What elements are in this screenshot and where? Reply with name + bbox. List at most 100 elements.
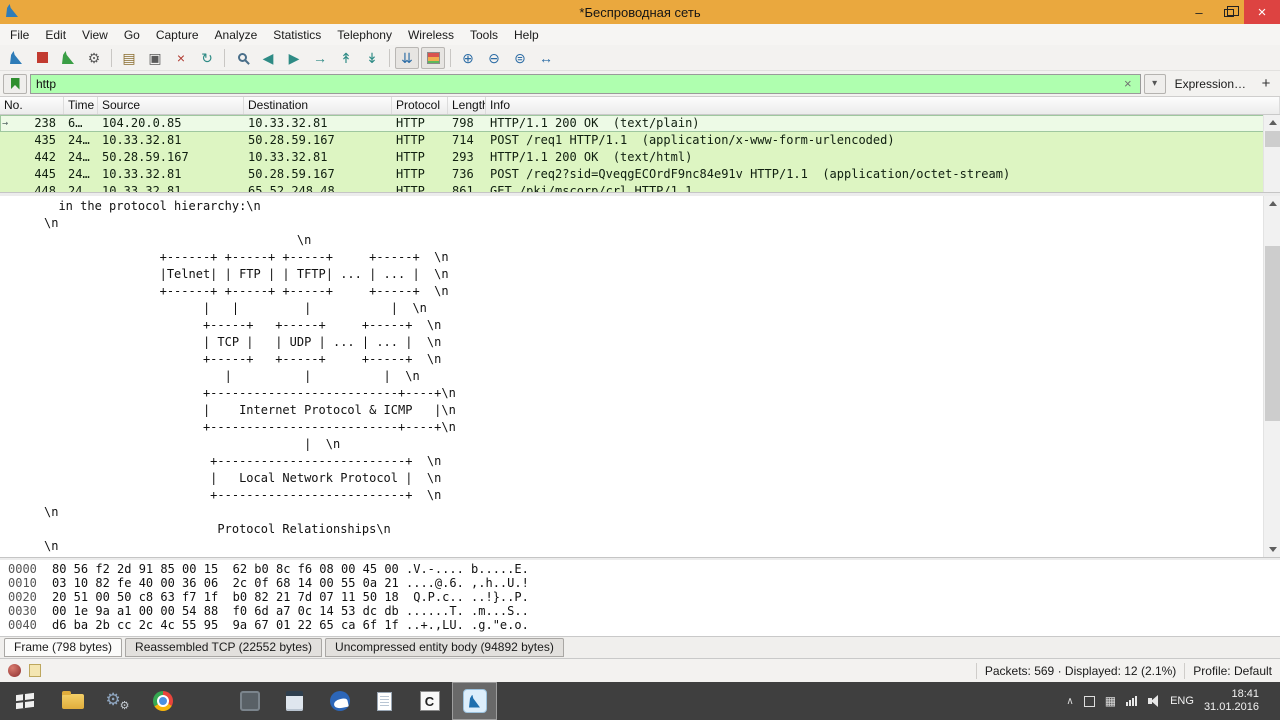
find-packet-button[interactable] [230, 47, 254, 69]
resize-columns-button[interactable]: ↔ [534, 47, 558, 69]
start-button[interactable] [0, 682, 50, 720]
filter-dropdown-button[interactable]: ▾ [1143, 73, 1166, 94]
language-indicator[interactable]: ENG [1170, 695, 1194, 707]
zoom-100-button[interactable]: ⊜ [508, 47, 532, 69]
tray-app-icon[interactable] [1083, 695, 1095, 707]
cell-no: → 238 [2, 116, 56, 130]
clock[interactable]: 18:41 31.01.2016 [1204, 688, 1259, 714]
add-filter-button[interactable]: + [1255, 74, 1277, 94]
clear-filter-icon[interactable]: × [1121, 76, 1135, 91]
cell-no: 445 [34, 167, 56, 181]
display-filter-input[interactable]: http × [30, 73, 1141, 94]
zoom-out-button[interactable]: ⊖ [482, 47, 506, 69]
restart-capture-button[interactable] [56, 47, 80, 69]
comment-icon[interactable] [29, 664, 41, 677]
packet-row[interactable]: 445 24… 10.33.32.81 50.28.59.167 HTTP 73… [0, 166, 1280, 183]
hex-row: 0030 00 1e 9a a1 00 00 54 88 f0 6d a7 0c … [8, 604, 1280, 618]
column-no[interactable]: No. [0, 97, 64, 114]
go-first-packet-button[interactable]: ↟ [334, 47, 358, 69]
statusbar: Packets: 569 · Displayed: 12 (2.1%) Prof… [0, 658, 1280, 682]
menu-view[interactable]: View [74, 26, 116, 44]
packet-row[interactable]: 442 24… 50.28.59.167 10.33.32.81 HTTP 29… [0, 149, 1280, 166]
wireshark-window: *Беспроводная сеть – × File Edit View Go… [0, 0, 1280, 682]
taskbar-item-wireshark[interactable] [452, 682, 497, 720]
scrollbar-thumb[interactable] [1265, 246, 1280, 421]
menu-analyze[interactable]: Analyze [207, 26, 266, 44]
minimize-button[interactable]: – [1184, 0, 1214, 24]
menu-go[interactable]: Go [116, 26, 148, 44]
taskbar-item-thunderbird[interactable] [317, 682, 362, 720]
scroll-down-icon[interactable] [1264, 542, 1280, 557]
packet-list-scrollbar[interactable] [1263, 115, 1280, 192]
close-button[interactable]: × [1244, 0, 1280, 24]
go-to-packet-button[interactable]: → [308, 47, 332, 69]
stop-capture-button[interactable] [30, 47, 54, 69]
menu-edit[interactable]: Edit [37, 26, 74, 44]
column-time[interactable]: Time [64, 97, 98, 114]
menu-telephony[interactable]: Telephony [329, 26, 400, 44]
expression-button[interactable]: Expression… [1166, 77, 1255, 91]
taskbar-item-calculator[interactable] [272, 682, 317, 720]
taskbar-item-settings[interactable]: ⚙ ⚙ [95, 682, 140, 720]
restore-button[interactable] [1214, 0, 1244, 24]
profile-label[interactable]: Profile: Default [1193, 664, 1272, 678]
menu-statistics[interactable]: Statistics [265, 26, 329, 44]
zoom-in-button[interactable]: ⊕ [456, 47, 480, 69]
menu-capture[interactable]: Capture [148, 26, 207, 44]
menu-help[interactable]: Help [506, 26, 547, 44]
text-line: +------+ +-----+ +-----+ +-----+ \n [44, 284, 449, 298]
scrollbar-thumb[interactable] [1265, 131, 1280, 147]
go-forward-button[interactable]: ▶ [282, 47, 306, 69]
expert-info-icon[interactable] [8, 664, 21, 677]
capture-options-button[interactable]: ⚙ [82, 47, 106, 69]
start-capture-button[interactable] [4, 47, 28, 69]
packet-row[interactable]: 448 24… 10.33.32.81 65.52.248.48 HTTP 86… [0, 183, 1280, 192]
cell-info: POST /req2?sid=QveqgECOrdF9nc84e91v HTTP… [490, 167, 1011, 181]
taskbar-item-c-app[interactable]: C [407, 682, 452, 720]
taskbar-item-chrome[interactable] [140, 682, 185, 720]
scroll-up-icon[interactable] [1264, 196, 1280, 211]
open-file-button[interactable]: ▤ [117, 47, 141, 69]
close-file-button[interactable]: × [169, 47, 193, 69]
filter-bookmark-button[interactable] [3, 73, 27, 94]
tab-frame[interactable]: Frame (798 bytes) [4, 638, 123, 657]
column-destination[interactable]: Destination [244, 97, 392, 114]
text-line: \n [44, 233, 312, 247]
menu-file[interactable]: File [2, 26, 37, 44]
date-label: 31.01.2016 [1203, 701, 1259, 713]
autoscroll-button[interactable]: ⇊ [395, 46, 419, 69]
column-protocol[interactable]: Protocol [392, 97, 448, 114]
column-length[interactable]: Length [448, 97, 486, 114]
taskbar-item-explorer[interactable] [50, 682, 95, 720]
packet-row[interactable]: 435 24… 10.33.32.81 50.28.59.167 HTTP 71… [0, 132, 1280, 149]
reload-file-button[interactable]: ↻ [195, 47, 219, 69]
details-scrollbar[interactable] [1263, 196, 1280, 557]
network-signal-icon[interactable] [1126, 696, 1139, 706]
text-line: |Telnet| | FTP | | TFTP| ... | ... | \n [44, 267, 449, 281]
scroll-up-icon[interactable] [1264, 115, 1280, 130]
tab-uncompressed-body[interactable]: Uncompressed entity body (94892 bytes) [325, 638, 564, 657]
tab-reassembled-tcp[interactable]: Reassembled TCP (22552 bytes) [125, 638, 323, 657]
taskbar-item-app[interactable] [227, 682, 272, 720]
search-icon [237, 53, 247, 62]
menu-wireless[interactable]: Wireless [400, 26, 462, 44]
column-source[interactable]: Source [98, 97, 244, 114]
column-info[interactable]: Info [486, 97, 1280, 114]
taskbar-item-notepad[interactable] [362, 682, 407, 720]
save-file-button[interactable]: ▣ [143, 47, 167, 69]
tray-expand-icon[interactable]: ∧ [1066, 696, 1073, 707]
go-back-button[interactable]: ◀ [256, 47, 280, 69]
go-last-packet-button[interactable]: ↡ [360, 47, 384, 69]
menu-tools[interactable]: Tools [462, 26, 506, 44]
packet-details-pane[interactable]: in the protocol hierarchy:\n \n \n +----… [0, 196, 1280, 557]
tray-grid-icon[interactable]: ▦ [1105, 695, 1116, 707]
volume-icon[interactable] [1148, 695, 1160, 707]
titlebar[interactable]: *Беспроводная сеть – × [0, 0, 1280, 24]
packet-row[interactable]: → 238 6… 104.20.0.85 10.33.32.81 HTTP 798… [0, 115, 1280, 132]
packet-bytes-pane[interactable]: 0000 80 56 f2 2d 91 85 00 15 62 b0 8c f6 … [0, 560, 1280, 636]
colorize-button[interactable] [421, 46, 445, 69]
text-line: | | | \n [44, 369, 420, 383]
close-file-icon: × [176, 49, 186, 66]
cell-protocol: HTTP [396, 167, 425, 181]
autoscroll-icon: ⇊ [401, 49, 413, 66]
